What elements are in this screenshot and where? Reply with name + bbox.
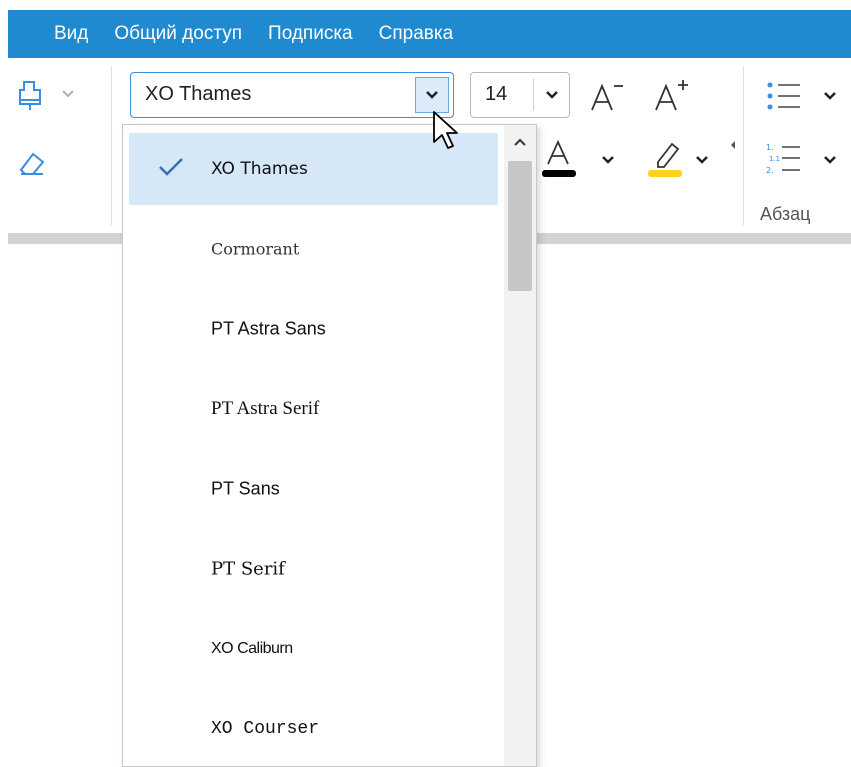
font-name-chevron-icon[interactable] [415,77,449,113]
paragraph-group-label: Абзац [760,204,811,224]
font-option-label: PT Sans [211,478,280,499]
font-option-label: PT Serif [211,558,285,580]
menu-view[interactable]: Вид [54,23,88,45]
increase-font-size-icon[interactable] [652,74,692,116]
scrollbar-thumb[interactable] [508,161,532,291]
eraser-icon[interactable] [16,146,48,178]
font-size-chevron-icon[interactable] [537,79,567,111]
font-size-separator [533,79,534,111]
font-option-xo-courser[interactable]: XO Courser [129,693,498,765]
menu-help[interactable]: Справка [379,23,454,45]
bullet-list-chevron-icon[interactable] [822,88,838,104]
menu-subscription[interactable]: Подписка [268,23,353,45]
font-option-cormorant[interactable]: Cormorant [129,213,498,285]
font-name-select[interactable]: XO Thames [130,72,454,118]
dropdown-scrollbar[interactable] [504,125,536,766]
checkmark-icon [157,155,185,184]
font-option-label: XO Thames [211,159,308,179]
highlight-color-chevron-icon[interactable] [694,152,710,168]
font-option-pt-astra-serif[interactable]: PT Astra Serif [129,373,498,445]
font-option-label: PT Astra Sans [211,318,326,339]
menu-bar: Вид Общий доступ Подписка Справка [8,10,851,58]
menu-sharing[interactable]: Общий доступ [114,23,242,45]
font-color-chevron-icon[interactable] [600,152,616,168]
font-size-value: 14 [485,83,508,105]
mouse-pointer-icon [432,110,460,155]
font-option-pt-serif[interactable]: PT Serif [129,533,498,605]
font-color-icon[interactable] [538,136,580,180]
format-painter-icon[interactable] [14,78,46,114]
svg-text:1.1: 1.1 [769,155,780,163]
format-painter-chevron-icon[interactable] [60,86,76,102]
group-separator [743,66,744,226]
bullet-list-icon[interactable] [764,78,804,114]
svg-text:2.: 2. [766,166,774,175]
font-name-value: XO Thames [145,83,252,105]
font-dropdown-list[interactable]: XO Thames Cormorant PT Astra Sans PT Ast… [122,124,537,767]
decrease-font-size-icon[interactable] [588,76,626,116]
font-option-xo-caliburn[interactable]: XO Caliburn [129,613,498,685]
font-option-pt-sans[interactable]: PT Sans [129,453,498,525]
scroll-up-arrow-icon[interactable] [504,129,536,155]
group-separator [111,66,112,226]
scroll-right-icon[interactable] [728,138,738,152]
font-option-label: XO Courser [211,719,320,739]
numbered-list-icon[interactable]: 1. 1.1 2. [764,140,804,178]
window-edge [0,0,8,767]
font-option-label: XO Caliburn [211,640,293,657]
svg-text:1.: 1. [766,143,774,152]
font-option-pt-astra-sans[interactable]: PT Astra Sans [129,293,498,365]
font-option-label: PT Astra Serif [211,398,320,419]
numbered-list-chevron-icon[interactable] [822,152,838,168]
font-size-select[interactable]: 14 [470,72,570,118]
font-option-label: Cormorant [211,239,300,259]
highlight-color-icon[interactable] [644,136,686,180]
